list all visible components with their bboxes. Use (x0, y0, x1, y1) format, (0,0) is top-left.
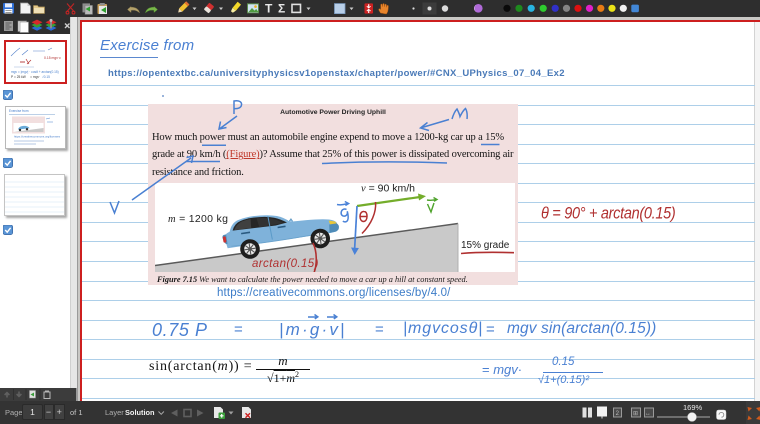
svg-text:⊞: ⊞ (633, 410, 638, 417)
svg-text:mgv = |mgv| · cosθ + arctan(0.: mgv = |mgv| · cosθ + arctan(0.15) (11, 70, 59, 74)
svg-text:P = 25 kW = mgv·: P = 25 kW = mgv· (11, 75, 40, 79)
svg-text:2: 2 (616, 410, 620, 417)
svg-text:√0.15: √0.15 (42, 75, 50, 79)
svg-text:↔: ↔ (646, 410, 650, 417)
svg-text:Σ: Σ (278, 2, 285, 16)
svg-text:Exercise from: Exercise from (9, 109, 29, 113)
svg-text:0.15 mgv·c: 0.15 mgv·c (44, 56, 61, 60)
svg-text:169%: 169% (683, 403, 703, 412)
svg-text:https://creativecommons.org/li: https://creativecommons.org/licenses (14, 135, 61, 139)
svg-text:T: T (265, 2, 273, 16)
